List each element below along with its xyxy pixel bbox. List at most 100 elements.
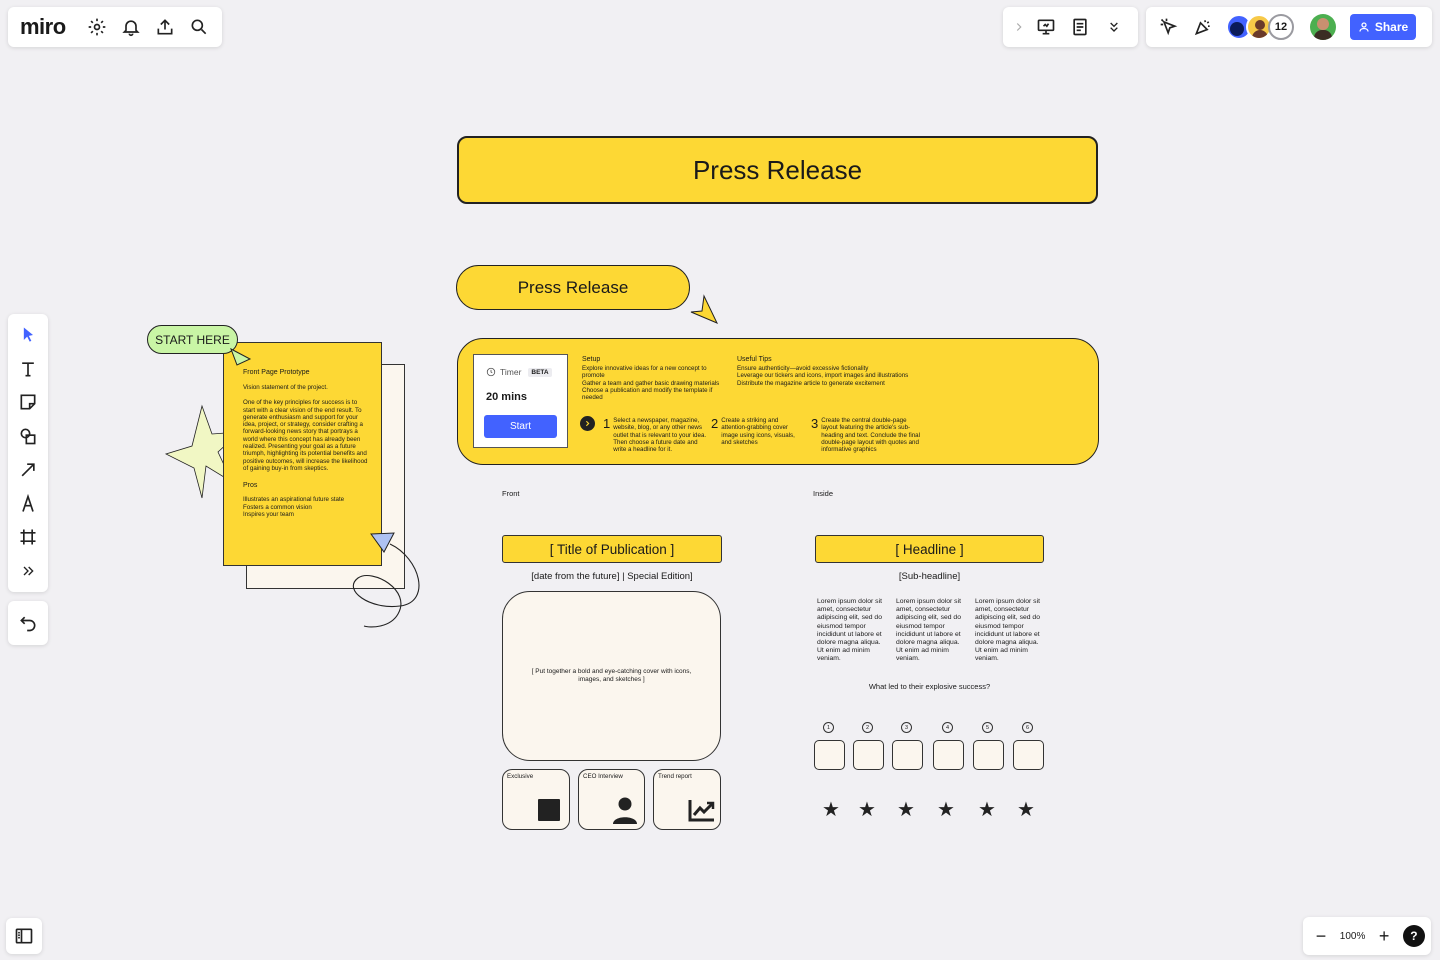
subheadline: [Sub-headline] (898, 571, 961, 582)
tips-line: Distribute the magazine article to gener… (737, 379, 885, 387)
step-text: Select a newspaper, magazine, website, b… (613, 417, 707, 454)
cover-text: [ Put together a bold and eye-catching c… (531, 668, 692, 683)
card-label: Exclusive (507, 773, 534, 780)
beta-badge: BETA (528, 367, 552, 377)
share-button[interactable]: Share (1350, 14, 1416, 40)
star-icon: ★ (978, 799, 996, 821)
celebrate-icon[interactable] (1186, 10, 1220, 44)
main-title: Press Release (692, 154, 863, 185)
avatar-group[interactable]: 12 (1226, 13, 1300, 41)
board-sidebar-panel (6, 918, 42, 954)
subtitle-pill[interactable]: Press Release (456, 265, 690, 310)
step-number: 3 (811, 416, 819, 431)
publication-title-box[interactable]: [ Title of Publication ] (502, 535, 722, 563)
timer-duration: 20 mins (486, 391, 527, 403)
inside-box[interactable] (973, 740, 1004, 770)
notes-icon[interactable] (1063, 10, 1097, 44)
setup-line: Choose a publication and modify the temp… (582, 386, 713, 402)
text-icon[interactable] (11, 352, 45, 386)
presentation-icon[interactable] (1029, 10, 1063, 44)
lorem-column: Lorem ipsum dolor sit amet, consectetur … (817, 598, 882, 663)
headline: [ Headline ] (895, 541, 964, 557)
left-toolbar (8, 314, 48, 592)
help-button[interactable]: ? (1402, 925, 1425, 947)
note-title: Front Page Prototype (243, 369, 310, 376)
cursor-reactions-icon[interactable] (1152, 10, 1186, 44)
sidebar-toggle-icon[interactable] (7, 919, 41, 953)
setup-section: Setup Explore innovative ideas for a new… (582, 356, 730, 401)
search-icon[interactable] (182, 10, 216, 44)
setup-line: Gather a team and gather basic drawing m… (582, 379, 720, 387)
tips-heading: Useful Tips (737, 356, 772, 363)
share-label: Share (1374, 20, 1409, 34)
timer-label: Timer (500, 367, 522, 377)
select-icon[interactable] (11, 318, 45, 352)
star-icon: ★ (897, 799, 915, 821)
inside-box[interactable] (892, 740, 923, 770)
step-2: 2 Create a striking and attention-grabbi… (711, 417, 803, 446)
timer-start-button[interactable]: Start (484, 415, 557, 438)
front-label: Front (502, 489, 520, 498)
inside-box[interactable] (1013, 740, 1044, 770)
start-here-label[interactable]: START HERE (147, 325, 238, 354)
star-icon: ★ (937, 799, 955, 821)
avatar-count-badge[interactable]: 12 (1268, 14, 1294, 40)
chevron-right-icon[interactable] (1009, 10, 1029, 44)
green-pointer-arrow (230, 347, 252, 366)
star-icon: ★ (858, 799, 876, 821)
inside-box[interactable] (814, 740, 845, 770)
miro-logo[interactable]: miro (20, 14, 66, 40)
card-label: CEO Interview (583, 773, 623, 780)
publication-date-line: [date from the future] | Special Edition… (531, 571, 693, 582)
trend-report-card[interactable]: Trend report (653, 769, 721, 830)
sticky-note-icon[interactable] (11, 386, 45, 420)
clock-icon (486, 367, 496, 377)
more-tools-icon[interactable] (11, 554, 45, 588)
number-circle: 3 (901, 722, 912, 733)
zoom-in-icon[interactable]: + (1372, 926, 1396, 947)
frame-icon[interactable] (11, 521, 45, 555)
card-label: Trend report (658, 773, 692, 780)
play-icon (580, 416, 595, 431)
number-circle: 4 (942, 722, 953, 733)
square-icon (538, 799, 560, 821)
setup-heading: Setup (582, 356, 601, 363)
zoom-out-icon[interactable]: − (1309, 926, 1333, 947)
note-body: One of the key principles for success is… (243, 399, 368, 472)
publication-title: [ Title of Publication ] (549, 541, 675, 557)
cover-placeholder[interactable]: [ Put together a bold and eye-catching c… (502, 591, 721, 761)
shapes-icon[interactable] (11, 419, 45, 453)
note-pro: Inspires your team (243, 510, 294, 518)
step-3: 3 Create the central double-page layout … (811, 417, 923, 453)
upload-icon[interactable] (148, 10, 182, 44)
number-circle: 2 (862, 722, 873, 733)
number-circle: 1 (823, 722, 834, 733)
double-chevron-down-icon[interactable] (1097, 10, 1131, 44)
zoom-level[interactable]: 100% (1340, 931, 1366, 942)
person-icon (613, 797, 637, 824)
front-page-note[interactable]: Front Page Prototype Vision statement of… (223, 342, 382, 566)
ceo-interview-card[interactable]: CEO Interview (578, 769, 645, 830)
subtitle: Press Release (517, 277, 629, 297)
pen-icon[interactable] (11, 487, 45, 521)
headline-box[interactable]: [ Headline ] (815, 535, 1044, 563)
inside-box[interactable] (933, 740, 964, 770)
arrow-icon[interactable] (11, 453, 45, 487)
settings-icon[interactable] (80, 10, 114, 44)
bell-icon[interactable] (114, 10, 148, 44)
exclusive-card[interactable]: Exclusive (502, 769, 570, 830)
timer-widget[interactable]: Timer BETA 20 mins Start (473, 354, 568, 448)
tips-line: Leverage our tickers and icons, import i… (737, 372, 909, 380)
star-icon: ★ (822, 799, 840, 821)
start-here-text: START HERE (155, 332, 230, 347)
undo-panel (8, 601, 48, 645)
note-pro: Fosters a common vision (243, 503, 312, 511)
decorative-arrow-shape (690, 294, 719, 324)
main-title-box[interactable]: Press Release (457, 136, 1098, 204)
number-circle: 6 (1022, 722, 1033, 733)
inside-box[interactable] (853, 740, 884, 770)
current-user-avatar[interactable] (1310, 14, 1336, 40)
step-1: 1 Select a newspaper, magazine, website,… (603, 417, 711, 453)
undo-icon[interactable] (11, 606, 45, 640)
lorem-column: Lorem ipsum dolor sit amet, consectetur … (975, 598, 1040, 663)
